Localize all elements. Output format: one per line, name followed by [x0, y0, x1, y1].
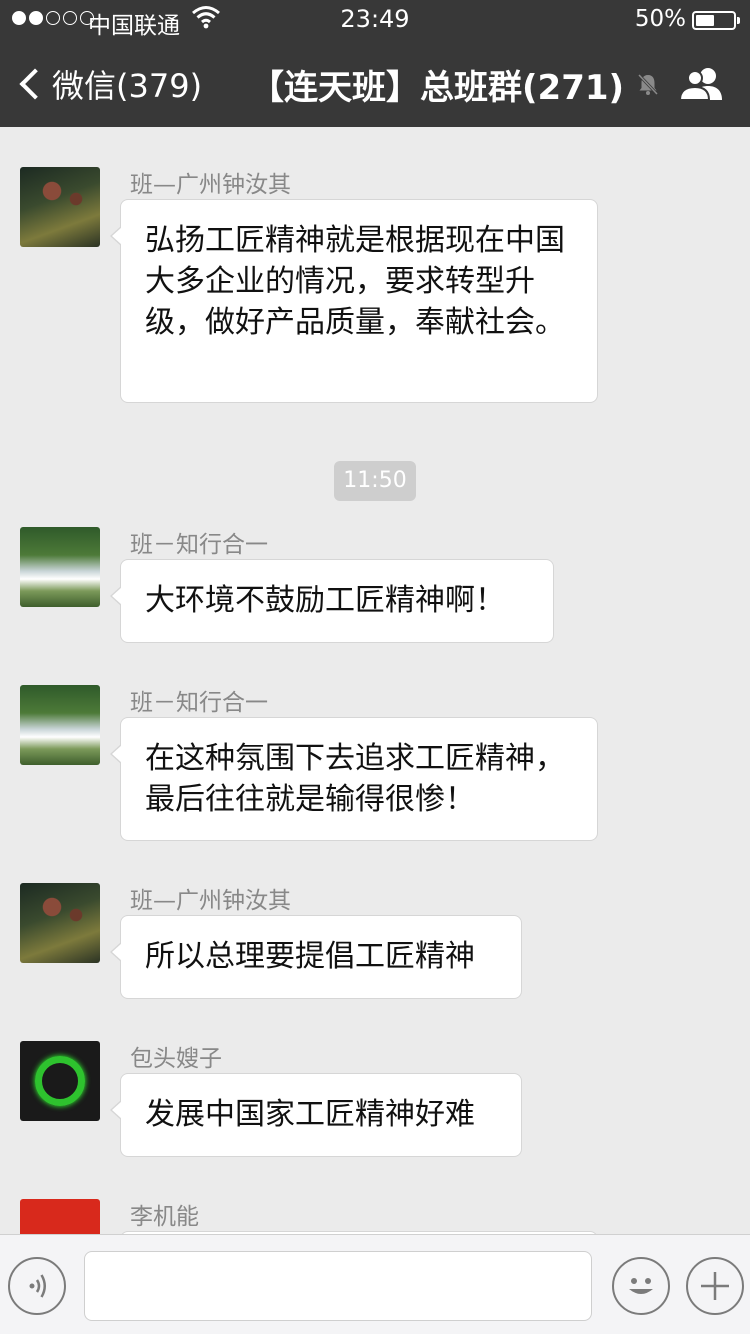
back-label: 微信(379) — [52, 67, 203, 105]
chat-title: 【连天班】总班群(271) — [250, 67, 625, 108]
battery-percent: 50% — [634, 6, 686, 32]
voice-icon — [29, 1274, 46, 1298]
sender-name: 李机能 — [130, 1204, 199, 1230]
sender-name: 班－知行合一 — [130, 690, 268, 716]
message-text: 发展中国家工匠精神好难 — [145, 1097, 475, 1132]
group-members-icon[interactable] — [678, 66, 726, 102]
message-text: 在这种氛围下去追求工匠精神，最后往往就是输得很惨！ — [145, 741, 565, 817]
avatar[interactable] — [20, 883, 100, 963]
sender-name: 班—广州钟汝其 — [130, 172, 291, 198]
message-bubble[interactable]: 大环境不鼓励工匠精神啊！ — [110, 559, 554, 643]
sender-name: 包头嫂子 — [130, 1046, 222, 1072]
avatar[interactable] — [20, 527, 100, 607]
status-bar: 中国联通 23:49 50% — [0, 0, 750, 40]
avatar[interactable] — [20, 1199, 100, 1234]
mute-bell-icon — [637, 73, 659, 96]
navigation-bar: 微信(379) 【连天班】总班群(271) — [0, 40, 750, 127]
plus-icon — [701, 1272, 729, 1300]
chat-title-group: 【连天班】总班群(271) — [250, 62, 662, 108]
message-text: 弘扬工匠精神就是根据现在中国大多企业的情况，要求转型升级，做好产品质量，奉献社会… — [145, 223, 565, 340]
avatar[interactable] — [20, 685, 100, 765]
timestamp-divider: 11:50 — [334, 461, 416, 501]
voice-button[interactable] — [8, 1257, 66, 1315]
emoji-icon — [629, 1278, 653, 1294]
sender-name: 班－知行合一 — [130, 532, 268, 558]
message-bubble[interactable]: 弘扬工匠精神就是根据现在中国大多企业的情况，要求转型升级，做好产品质量，奉献社会… — [110, 199, 598, 403]
avatar[interactable] — [20, 1041, 100, 1121]
input-bar — [0, 1234, 750, 1334]
message-text: 所以总理要提倡工匠精神 — [145, 939, 475, 974]
avatar[interactable] — [20, 167, 100, 247]
message-bubble[interactable]: 发展中国家工匠精神好难 — [110, 1073, 522, 1157]
message-text: 大环境不鼓励工匠精神啊！ — [145, 583, 505, 618]
top-bar: 中国联通 23:49 50% 微信(379) 【连天班】总班群(271) — [0, 0, 750, 127]
message-bubble[interactable]: 在这种氛围下去追求工匠精神，最后往往就是输得很惨！ — [110, 717, 598, 841]
sender-name: 班—广州钟汝其 — [130, 888, 291, 914]
message-input[interactable] — [84, 1251, 592, 1321]
chevron-left-icon — [19, 68, 51, 100]
back-button[interactable]: 微信(379) — [14, 62, 202, 106]
battery-icon — [692, 11, 740, 30]
emoji-button[interactable] — [612, 1257, 670, 1315]
chat-area[interactable]: 班—广州钟汝其 弘扬工匠精神就是根据现在中国大多企业的情况，要求转型升级，做好产… — [0, 127, 750, 1234]
more-button[interactable] — [686, 1257, 744, 1315]
message-bubble[interactable]: 所以总理要提倡工匠精神 — [110, 915, 522, 999]
